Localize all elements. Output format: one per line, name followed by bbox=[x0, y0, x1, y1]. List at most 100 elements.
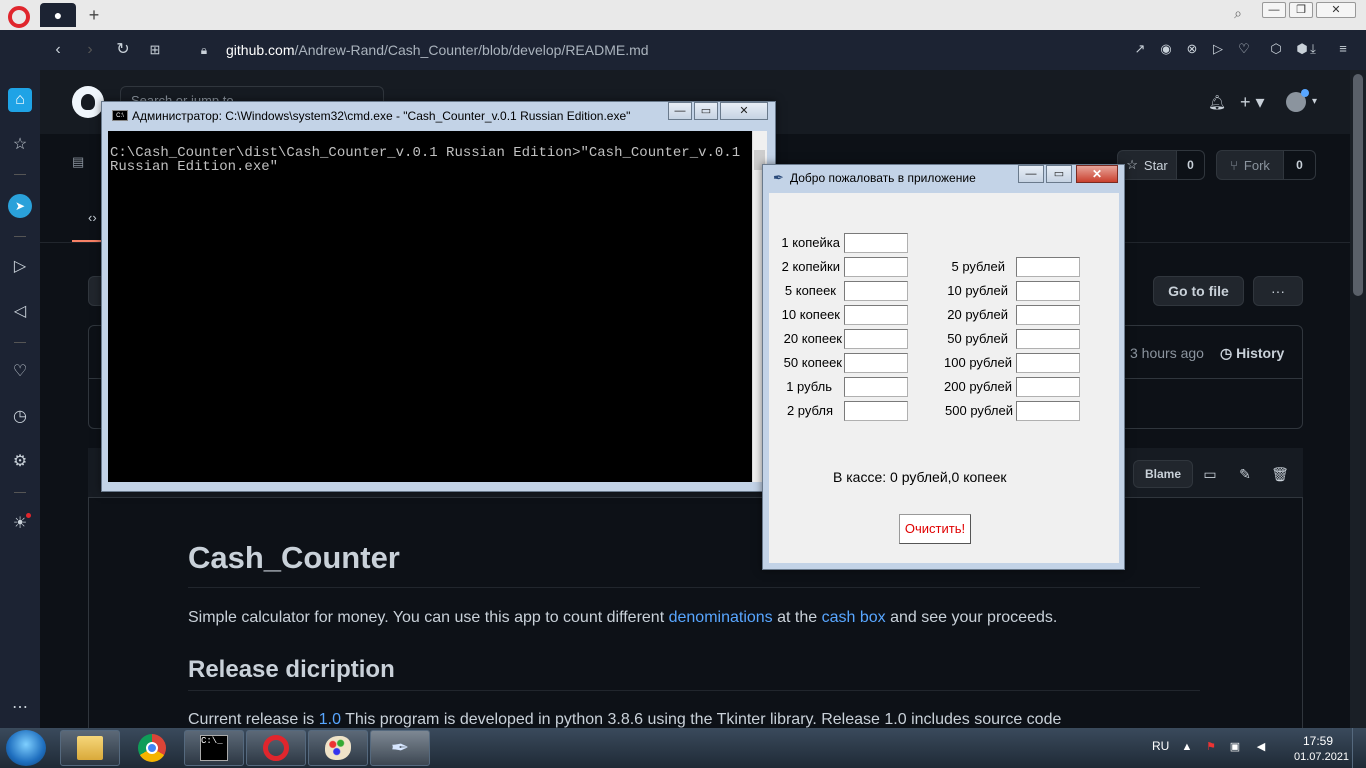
star-count[interactable]: 0 bbox=[1177, 150, 1205, 180]
url-host: github.com bbox=[226, 42, 295, 58]
more-options-icon[interactable]: ⋯ bbox=[8, 696, 32, 720]
app-minimize-button[interactable]: — bbox=[1018, 165, 1044, 183]
clear-button[interactable]: Очистить! bbox=[899, 514, 971, 544]
clock-time[interactable]: 17:59 bbox=[1294, 734, 1342, 748]
taskbar-cmd[interactable]: C:\_ bbox=[184, 730, 244, 766]
note-input[interactable] bbox=[1016, 257, 1080, 277]
chevron-down-icon[interactable]: ▾ bbox=[1312, 96, 1317, 107]
easy-setup-icon[interactable]: ≡ bbox=[1334, 40, 1352, 58]
release-link[interactable]: 1.0 bbox=[319, 711, 341, 728]
blame-button[interactable]: Blame bbox=[1133, 460, 1193, 488]
taskbar-chrome[interactable] bbox=[122, 730, 182, 766]
share-icon[interactable]: ↗ bbox=[1131, 40, 1149, 58]
coin-input[interactable] bbox=[844, 401, 908, 421]
cmd-minimize-button[interactable]: — bbox=[668, 102, 692, 120]
cmd-close-button[interactable]: ✕ bbox=[720, 102, 768, 120]
reload-icon[interactable]: ↻ bbox=[113, 40, 133, 60]
taskbar-tkinter-app[interactable]: ✒ bbox=[370, 730, 430, 766]
cmd-icon: C:\ bbox=[112, 110, 128, 121]
volume-icon[interactable]: ◀ bbox=[1254, 740, 1268, 754]
create-new-icon[interactable]: + ▾ bbox=[1240, 92, 1270, 112]
denominations-link[interactable]: denominations bbox=[669, 609, 773, 626]
star-button[interactable]: ☆ Star bbox=[1117, 150, 1177, 180]
note-input[interactable] bbox=[1016, 353, 1080, 373]
cmd-window-title: Администратор: C:\Windows\system32\cmd.e… bbox=[132, 109, 631, 123]
coin-input[interactable] bbox=[844, 257, 908, 277]
show-desktop-button[interactable] bbox=[1352, 728, 1366, 768]
scrollbar-thumb[interactable] bbox=[1353, 74, 1363, 296]
fork-count[interactable]: 0 bbox=[1284, 150, 1316, 180]
coin-input[interactable] bbox=[844, 233, 908, 253]
bookmarks-icon[interactable]: ☆ bbox=[8, 133, 32, 157]
language-indicator[interactable]: RU bbox=[1152, 739, 1169, 753]
note-input[interactable] bbox=[1016, 377, 1080, 397]
notification-bell-icon[interactable]: 🔔︎ bbox=[1208, 94, 1226, 112]
taskbar-file-explorer[interactable] bbox=[60, 730, 120, 766]
download-icon[interactable]: ⤓ bbox=[1304, 40, 1322, 58]
bookmark-heart-icon[interactable]: ♡ bbox=[1235, 40, 1253, 58]
tray-device-icon[interactable]: ▣ bbox=[1228, 740, 1242, 754]
url-field[interactable]: github.com/Andrew-Rand/Cash_Counter/blob… bbox=[226, 40, 649, 60]
palette-icon bbox=[325, 736, 351, 760]
opera-menu-icon[interactable] bbox=[8, 6, 30, 28]
player-icon[interactable]: ▷ bbox=[8, 255, 32, 279]
new-tab-button[interactable]: + bbox=[84, 5, 104, 25]
cmd-maximize-button[interactable]: ▭ bbox=[694, 102, 718, 120]
adblock-icon[interactable]: ⊗ bbox=[1183, 40, 1201, 58]
fork-icon: ⑂ bbox=[1230, 157, 1238, 173]
desktop-icon[interactable]: ▭ bbox=[1200, 464, 1220, 484]
tab-grid-icon[interactable]: ⊞ bbox=[145, 40, 165, 60]
history-clock-icon[interactable]: ◷ bbox=[8, 405, 32, 429]
fork-button[interactable]: ⑂ Fork bbox=[1216, 150, 1284, 180]
home-icon[interactable]: ⌂ bbox=[8, 88, 32, 112]
github-logo-icon[interactable] bbox=[72, 86, 104, 118]
heart-icon[interactable]: ♡ bbox=[8, 360, 32, 384]
close-button[interactable]: ✕ bbox=[1316, 2, 1356, 18]
history-link[interactable]: ◷ History bbox=[1220, 344, 1284, 362]
coin-input[interactable] bbox=[844, 353, 908, 373]
sidebar-divider bbox=[14, 236, 26, 237]
url-path: /Andrew-Rand/Cash_Counter/blob/develop/R… bbox=[294, 42, 649, 58]
pencil-icon[interactable]: ✎ bbox=[1235, 464, 1255, 484]
forward-icon[interactable]: › bbox=[80, 40, 100, 60]
snapshot-camera-icon[interactable]: ◉ bbox=[1157, 40, 1175, 58]
tray-expand-icon[interactable]: ▲ bbox=[1180, 740, 1194, 754]
go-to-file-button[interactable]: Go to file bbox=[1153, 276, 1244, 306]
cmd-console[interactable] bbox=[108, 131, 752, 482]
coin-input[interactable] bbox=[844, 305, 908, 325]
coin-label: 1 копейка bbox=[781, 235, 840, 250]
taskbar-paint[interactable] bbox=[308, 730, 368, 766]
extension-cube-icon[interactable]: ⬡ bbox=[1267, 40, 1285, 58]
telegram-icon[interactable]: ➤ bbox=[8, 194, 32, 218]
send-to-icon[interactable]: ▷ bbox=[1209, 40, 1227, 58]
more-actions-button[interactable]: ··· bbox=[1253, 276, 1303, 306]
clock-date[interactable]: 01.07.2021 bbox=[1294, 750, 1349, 764]
note-input[interactable] bbox=[1016, 281, 1080, 301]
coin-label: 10 копеек bbox=[781, 307, 840, 322]
app-close-button[interactable]: ✕ bbox=[1076, 165, 1118, 183]
note-input[interactable] bbox=[1016, 329, 1080, 349]
divider bbox=[188, 690, 1200, 691]
app-maximize-button[interactable]: ▭ bbox=[1046, 165, 1072, 183]
star-label: Star bbox=[1143, 157, 1168, 173]
start-button[interactable] bbox=[6, 730, 46, 766]
trash-icon[interactable]: 🗑︎ bbox=[1270, 464, 1290, 484]
status-dot bbox=[1301, 89, 1309, 97]
settings-gear-icon[interactable]: ⚙ bbox=[8, 450, 32, 474]
cash-box-link[interactable]: cash box bbox=[822, 609, 886, 626]
back-icon[interactable]: ‹ bbox=[48, 40, 68, 60]
coin-input[interactable] bbox=[844, 281, 908, 301]
coin-input[interactable] bbox=[844, 377, 908, 397]
restore-button[interactable]: ❐ bbox=[1289, 2, 1313, 18]
tray-action-center-icon[interactable]: ⚑ bbox=[1204, 740, 1218, 754]
minimize-button[interactable]: — bbox=[1262, 2, 1286, 18]
search-tabs-icon[interactable]: ⌕ bbox=[1228, 5, 1248, 25]
tab-github[interactable]: ● bbox=[40, 3, 76, 27]
send-icon[interactable]: ◁ bbox=[8, 300, 32, 324]
coin-input[interactable] bbox=[844, 329, 908, 349]
note-input[interactable] bbox=[1016, 305, 1080, 325]
text: Simple calculator for money. You can use… bbox=[188, 609, 669, 626]
taskbar-opera[interactable] bbox=[246, 730, 306, 766]
coin-label: 1 рубль bbox=[786, 379, 832, 394]
note-input[interactable] bbox=[1016, 401, 1080, 421]
